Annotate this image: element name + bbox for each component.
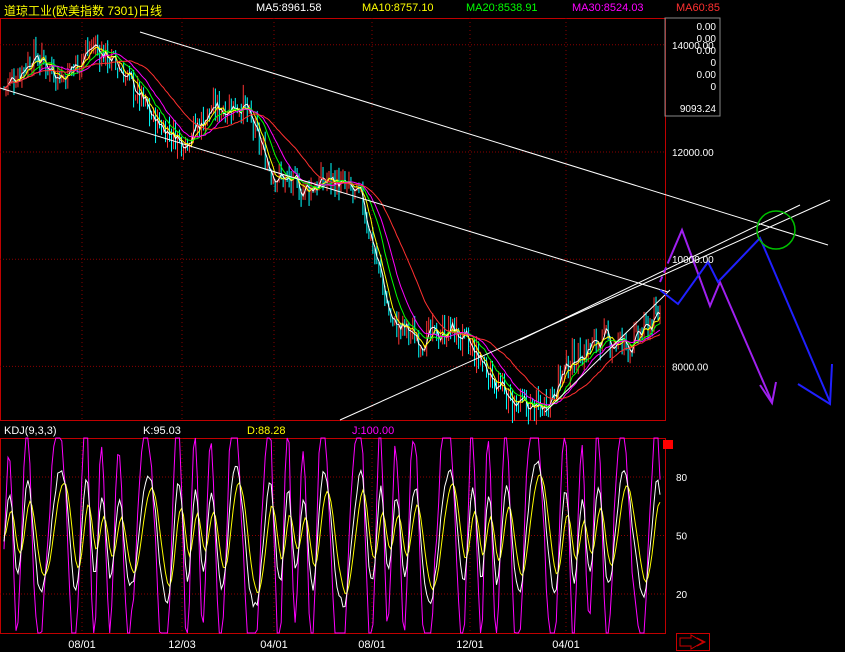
ma5-line — [3, 44, 661, 411]
x-tick-label: 12/03 — [168, 639, 196, 651]
kdj-tick-label: 80 — [676, 473, 688, 484]
corner-value: 0.00 — [697, 22, 717, 33]
x-tick-label: 08/01 — [68, 639, 96, 651]
upper-channel-line — [139, 31, 829, 246]
kdj-d-value: D:88.28 — [247, 425, 286, 437]
kdj-tick-label: 20 — [676, 590, 688, 601]
price-tick-label: 12000.00 — [672, 148, 714, 159]
corner-value: 0.00 — [697, 70, 717, 81]
wedge-support-line — [544, 289, 671, 413]
kdj-k-value: K:95.03 — [143, 425, 181, 437]
kdj-title: KDJ(9,3,3) — [4, 425, 57, 437]
scroll-right-button[interactable] — [676, 633, 710, 651]
price-marker: 9093.24 — [680, 104, 717, 115]
x-ticks: 08/01 12/03 04/01 08/01 12/01 04/01 — [68, 639, 580, 651]
arrow-right-icon — [679, 634, 707, 650]
ma60-line — [3, 60, 661, 401]
legend-ma60: MA60:85 — [676, 2, 721, 14]
corner-value: 0.00 — [697, 34, 717, 45]
kdj-tick-label: 50 — [676, 532, 688, 543]
y-ticks: 14000.0012000.0010000.008000.000.000.000… — [672, 22, 716, 601]
corner-value: 0 — [710, 58, 716, 69]
kdj-j-value: J:100.00 — [352, 425, 395, 437]
legend-ma30: MA30:8524.03 — [572, 2, 644, 14]
corner-value: 0.00 — [697, 46, 717, 57]
x-tick-label: 04/01 — [552, 639, 580, 651]
ma20-line — [3, 49, 661, 408]
lower-channel-line — [0, 87, 669, 293]
blue-arrowhead — [797, 363, 833, 406]
forecast-arrows — [659, 210, 833, 406]
kdj-marker — [663, 440, 673, 449]
legend-ma20: MA20:8538.91 — [466, 2, 538, 14]
x-tick-label: 08/01 — [358, 639, 386, 651]
chart-canvas: 14000.0012000.0010000.008000.000.000.000… — [0, 17, 833, 651]
price-tick-label: 8000.00 — [672, 362, 709, 373]
x-tick-label: 12/01 — [456, 639, 484, 651]
price-tick-label: 10000.00 — [672, 255, 714, 266]
ma10-line — [3, 46, 661, 409]
corner-value: 0 — [710, 82, 716, 93]
legend-ma5: MA5:8961.58 — [256, 2, 322, 14]
x-tick-label: 04/01 — [260, 639, 288, 651]
moving-averages — [3, 44, 661, 411]
chart-title: 道琼工业(欧美指数 7301)日线 — [4, 4, 163, 18]
legend-ma10: MA10:8757.10 — [362, 2, 434, 14]
ma30-line — [3, 52, 661, 406]
